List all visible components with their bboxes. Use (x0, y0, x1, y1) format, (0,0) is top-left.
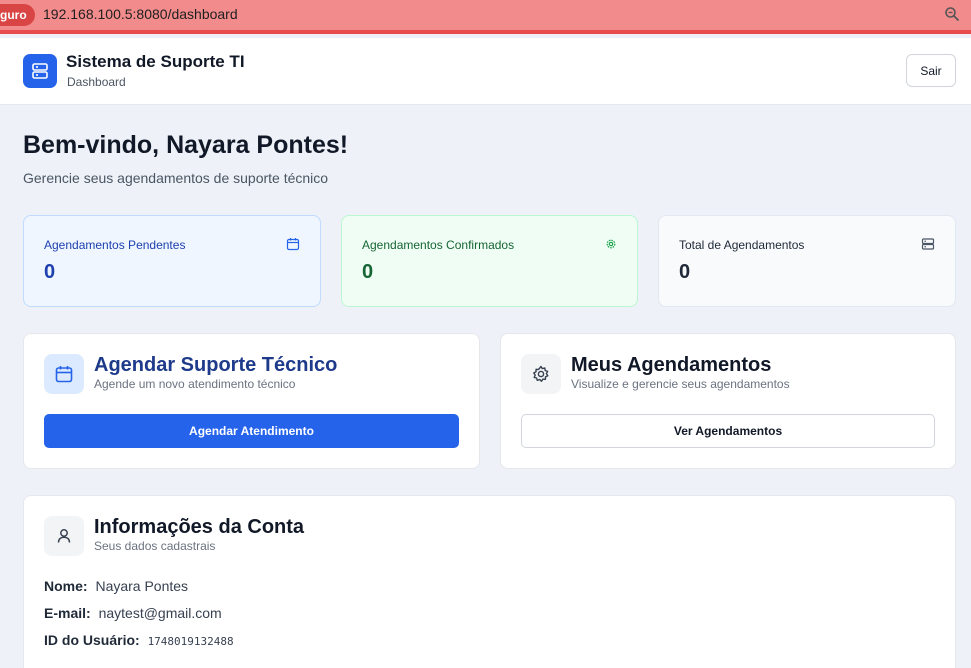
user-icon (57, 529, 71, 543)
stat-label: Agendamentos Confirmados (362, 238, 515, 252)
info-value: naytest@gmail.com (98, 605, 222, 621)
card-title: Agendar Suporte Técnico (94, 354, 338, 376)
server-icon (921, 238, 935, 250)
logout-button[interactable]: Sair (906, 54, 956, 87)
stat-card-total: Total de Agendamentos 0 (658, 215, 956, 307)
browser-url-bar: guro 192.168.100.5:8080/dashboard (0, 0, 971, 34)
card-icon-box (44, 354, 84, 394)
insecure-badge[interactable]: guro (0, 4, 35, 26)
app-header: Sistema de Suporte TI Dashboard Sair (0, 38, 971, 105)
gear-icon (533, 365, 549, 382)
page-subtitle: Gerencie seus agendamentos de suporte té… (23, 170, 329, 186)
schedule-support-card: Agendar Suporte Técnico Agende um novo a… (23, 333, 480, 469)
card-subtitle: Agende um novo atendimento técnico (94, 377, 296, 391)
schedule-appointment-button[interactable]: Agendar Atendimento (44, 414, 459, 448)
address-field[interactable]: 192.168.100.5:8080/dashboard (43, 5, 238, 23)
info-row-id: ID do Usuário: 1748019132488 (44, 632, 234, 648)
zoom-icon[interactable] (944, 6, 960, 22)
view-appointments-button[interactable]: Ver Agendamentos (521, 414, 935, 448)
stat-value: 0 (679, 261, 691, 283)
stat-value: 0 (362, 261, 374, 283)
card-icon-box (521, 354, 561, 394)
server-icon (32, 63, 48, 79)
stat-label: Total de Agendamentos (679, 238, 805, 252)
info-label: E-mail: (44, 605, 91, 621)
info-row-email: E-mail: naytest@gmail.com (44, 605, 222, 621)
info-label: Nome: (44, 578, 88, 594)
info-label: ID do Usuário: (44, 632, 140, 648)
app-logo (23, 54, 57, 88)
calendar-icon (286, 238, 300, 251)
card-subtitle: Visualize e gerencie seus agendamentos (571, 377, 790, 391)
stat-value: 0 (44, 261, 56, 283)
calendar-icon (55, 366, 73, 383)
account-info-card: Informações da Conta Seus dados cadastra… (23, 495, 956, 668)
info-value: 1748019132488 (147, 635, 234, 648)
info-value: Nayara Pontes (95, 578, 189, 594)
stat-card-confirmed: Agendamentos Confirmados 0 (341, 215, 638, 307)
card-icon-box (44, 516, 84, 556)
app-title: Sistema de Suporte TI (66, 52, 245, 71)
card-title: Meus Agendamentos (571, 354, 772, 376)
my-appointments-card: Meus Agendamentos Visualize e gerencie s… (500, 333, 956, 469)
info-row-name: Nome: Nayara Pontes (44, 578, 188, 594)
card-title: Informações da Conta (94, 516, 305, 538)
stat-label: Agendamentos Pendentes (44, 238, 186, 252)
card-subtitle: Seus dados cadastrais (94, 539, 216, 553)
stat-card-pending: Agendamentos Pendentes 0 (23, 215, 321, 307)
page-title: Bem-vindo, Nayara Pontes! (23, 131, 349, 159)
app-subtitle: Dashboard (67, 75, 126, 89)
gear-icon (606, 239, 616, 249)
